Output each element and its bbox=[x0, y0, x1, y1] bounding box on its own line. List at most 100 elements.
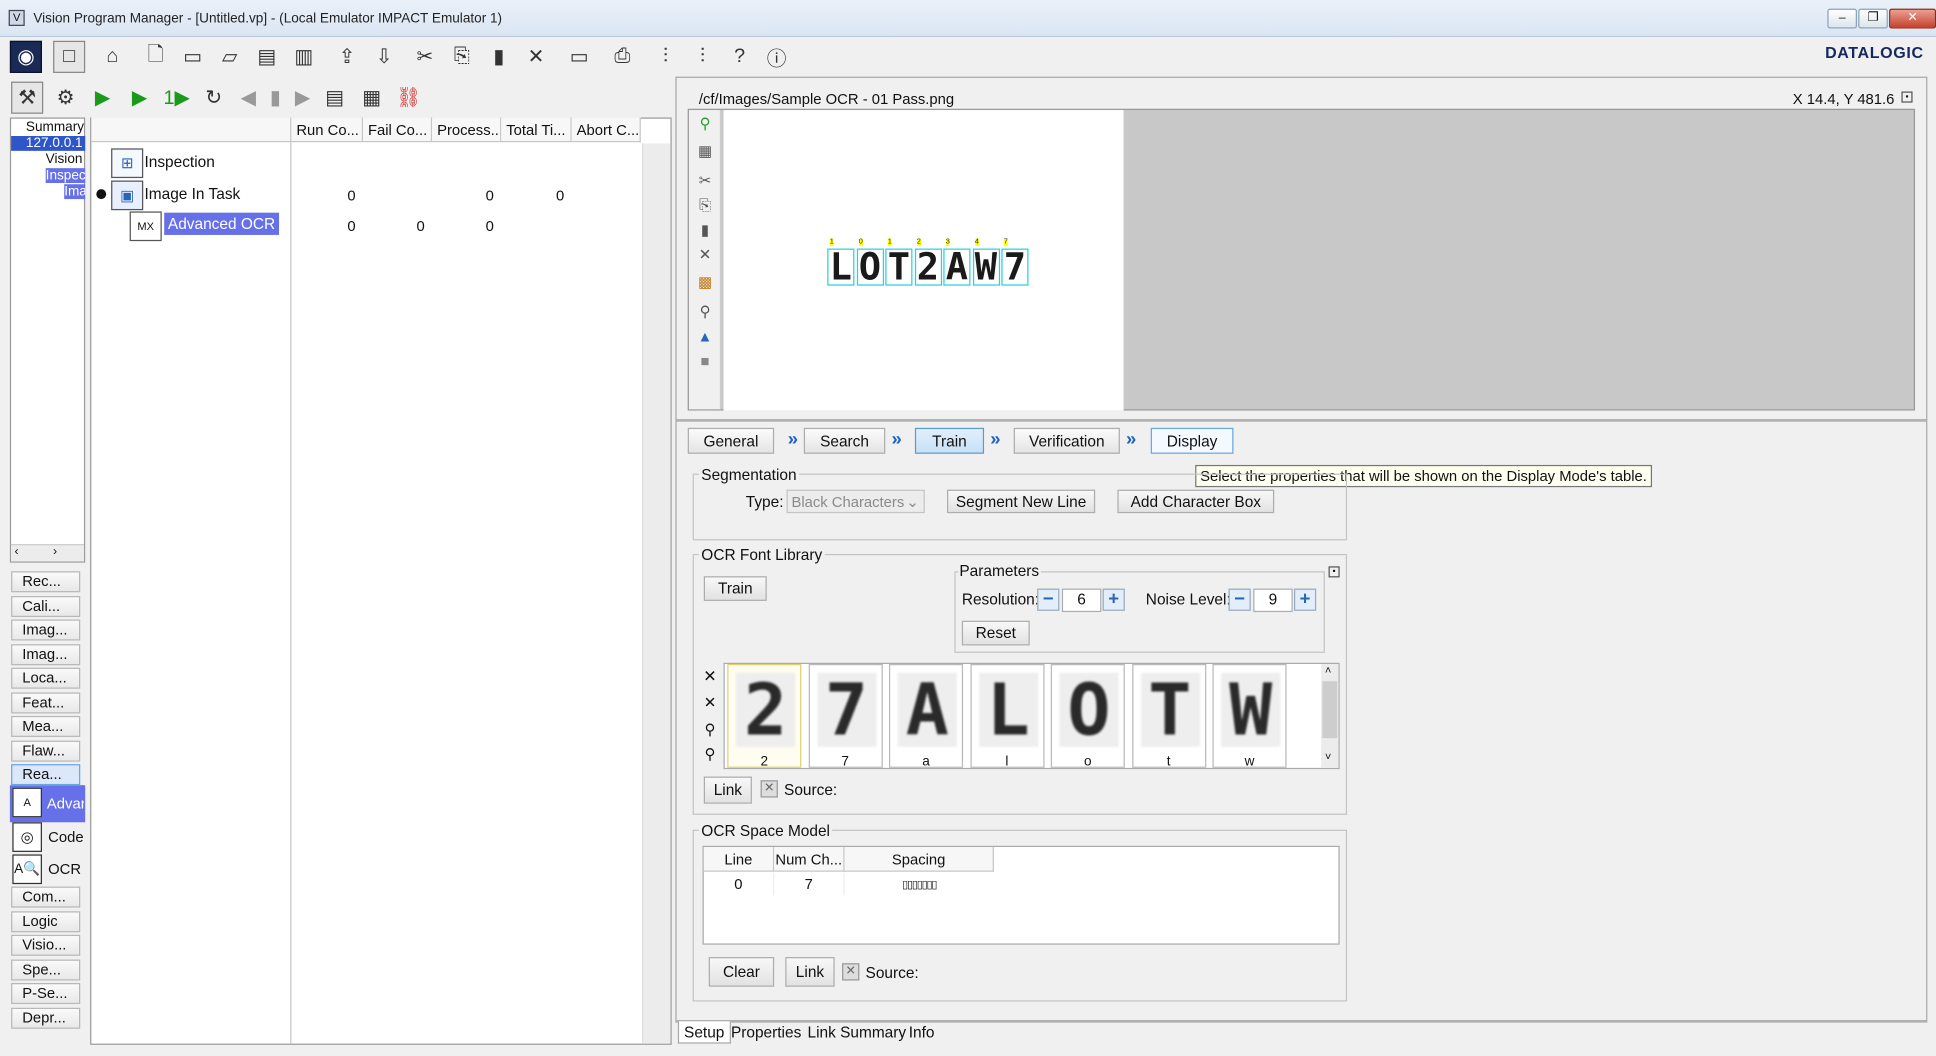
category-button[interactable]: Logic bbox=[11, 910, 81, 932]
tree-device[interactable]: 127.0.0.1 bbox=[11, 136, 86, 151]
category-button[interactable]: Com... bbox=[11, 886, 81, 908]
tree-inspection[interactable]: Inspec bbox=[45, 168, 86, 184]
resolution-increment-button[interactable]: + bbox=[1102, 588, 1125, 611]
image-tool-icon[interactable]: ▩ bbox=[696, 273, 713, 290]
delete-all-glyphs-icon[interactable]: ✕ bbox=[701, 694, 718, 711]
font-glyph[interactable]: Ww bbox=[1212, 664, 1287, 769]
expand-icon[interactable] bbox=[96, 189, 107, 200]
loop-icon[interactable]: ↻ bbox=[198, 82, 230, 114]
ocr-character-box[interactable]: O bbox=[856, 248, 884, 286]
run-icon[interactable]: ▶ bbox=[86, 82, 118, 114]
category-button[interactable]: Loca... bbox=[11, 667, 81, 689]
link-icon[interactable]: ⛓ bbox=[393, 82, 425, 114]
space-link-button[interactable]: Link bbox=[785, 957, 835, 987]
zoom-in-icon[interactable]: ⚲ bbox=[701, 721, 718, 738]
table-cell[interactable]: 0 bbox=[432, 218, 494, 235]
io-alt-icon[interactable]: ⫶ bbox=[686, 41, 718, 73]
font-link-button[interactable]: Link bbox=[703, 776, 752, 804]
cut-icon[interactable]: ✂ bbox=[409, 41, 441, 73]
chevron-up-icon[interactable]: ˄ bbox=[1325, 664, 1332, 676]
new-file-icon[interactable]: 🗋 bbox=[140, 41, 172, 73]
chevron-down-icon[interactable]: ˅ bbox=[1325, 751, 1332, 763]
column-header[interactable]: Abort C... bbox=[571, 117, 641, 143]
stop-icon[interactable]: □ bbox=[53, 40, 86, 73]
tool-ocr[interactable]: A🔍 OCR bbox=[10, 853, 85, 885]
save-as-icon[interactable]: ▥ bbox=[288, 41, 320, 73]
ocr-character-box[interactable]: W bbox=[972, 248, 1000, 286]
tab-display[interactable]: Display bbox=[1150, 427, 1234, 454]
monitor-icon[interactable]: ▭ bbox=[563, 41, 595, 73]
noise-decrement-button[interactable]: − bbox=[1228, 588, 1251, 611]
run-once-icon[interactable]: 1▶ bbox=[161, 82, 193, 114]
open-folder-icon[interactable]: ▱ bbox=[214, 41, 246, 73]
ocr-character-box[interactable]: T bbox=[885, 248, 913, 286]
add-character-box-button[interactable]: Add Character Box bbox=[1117, 489, 1275, 514]
table-cell[interactable]: 0 bbox=[291, 187, 355, 204]
column-header-spacing[interactable]: Spacing bbox=[844, 847, 994, 872]
category-button[interactable]: Visio... bbox=[11, 934, 81, 956]
table-cell[interactable]: 0 bbox=[432, 187, 494, 204]
noise-increment-button[interactable]: + bbox=[1293, 588, 1317, 611]
print-icon[interactable]: ⎙ bbox=[606, 41, 638, 73]
category-button[interactable]: Flaw... bbox=[11, 740, 81, 762]
column-header-line[interactable]: Line bbox=[703, 847, 775, 872]
tab-verification[interactable]: Verification bbox=[1013, 427, 1120, 454]
clear-source-icon[interactable]: ✕ bbox=[842, 963, 860, 981]
clear-button[interactable]: Clear bbox=[708, 957, 775, 987]
table-row-name[interactable]: Inspection bbox=[144, 153, 214, 170]
tab-general[interactable]: General bbox=[687, 427, 775, 454]
close-button[interactable]: ✕ bbox=[1889, 8, 1936, 29]
design-mode-icon[interactable]: ⚒ bbox=[11, 81, 44, 114]
table-cell[interactable]: 0 bbox=[363, 218, 424, 235]
font-glyph[interactable]: 77 bbox=[808, 664, 883, 769]
tool-code[interactable]: ◎ Code bbox=[10, 821, 85, 853]
info-icon[interactable]: ⓘ bbox=[761, 41, 793, 73]
zoom-out-icon[interactable]: ⚲ bbox=[701, 746, 718, 763]
resolution-decrement-button[interactable]: − bbox=[1037, 588, 1060, 611]
histogram-icon[interactable]: ▲ bbox=[696, 328, 713, 345]
paste-icon[interactable]: ▮ bbox=[483, 41, 515, 73]
delete-icon[interactable]: ✕ bbox=[520, 41, 552, 73]
restore-button[interactable]: ❐ bbox=[1858, 8, 1888, 29]
tab-search[interactable]: Search bbox=[803, 427, 886, 454]
table-scrollbar[interactable] bbox=[642, 143, 671, 1044]
gallery-scrollbar[interactable]: ˄ ˅ bbox=[1321, 664, 1339, 768]
upload-icon[interactable]: ⇪ bbox=[331, 41, 363, 73]
space-numchars-cell[interactable]: 7 bbox=[774, 872, 845, 896]
category-button[interactable]: Mea... bbox=[11, 715, 81, 737]
table-cell[interactable]: 0 bbox=[501, 187, 564, 204]
next-icon[interactable]: ▶ bbox=[286, 82, 318, 114]
category-button[interactable]: Spe... bbox=[11, 958, 81, 980]
maximize-view-icon[interactable]: ▪ bbox=[1901, 91, 1913, 103]
table-row-name[interactable]: Image In Task bbox=[144, 185, 240, 202]
segment-new-line-button[interactable]: Segment New Line bbox=[947, 489, 1096, 514]
type-select[interactable]: Black Characters ⌄ bbox=[786, 489, 925, 514]
io-icon[interactable]: ⫶ bbox=[649, 41, 681, 73]
font-glyph[interactable]: Ll bbox=[969, 664, 1044, 769]
cut-tool-icon[interactable]: ✂ bbox=[696, 172, 713, 189]
category-button[interactable]: Feat... bbox=[11, 691, 81, 713]
tab-train[interactable]: Train bbox=[914, 427, 985, 454]
category-button[interactable]: Cali... bbox=[11, 595, 81, 617]
vision-mode-icon[interactable]: ◉ bbox=[9, 40, 42, 73]
space-spacing-cell[interactable]: ▯▯▯▯▯▯▯ bbox=[845, 873, 994, 895]
tool-advanced-ocr[interactable]: A Advar bbox=[9, 785, 86, 823]
category-button[interactable]: P-Se... bbox=[11, 983, 81, 1005]
copy-icon[interactable]: ⎘ bbox=[446, 41, 478, 73]
ocr-character-box[interactable]: L bbox=[827, 248, 855, 286]
reset-button[interactable]: Reset bbox=[961, 620, 1030, 646]
font-glyph[interactable]: Oo bbox=[1050, 664, 1125, 769]
table-cell[interactable]: 0 bbox=[291, 218, 355, 235]
copy-tool-icon[interactable]: ⎘ bbox=[696, 197, 713, 214]
download-icon[interactable]: ⇩ bbox=[368, 41, 400, 73]
column-header-num-chars[interactable]: Num Ch... bbox=[774, 847, 845, 872]
ocr-character-box[interactable]: 2 bbox=[914, 248, 942, 286]
tree-image[interactable]: Ima bbox=[64, 184, 86, 200]
open-icon[interactable]: ▭ bbox=[177, 41, 209, 73]
ocr-character-box[interactable]: 7 bbox=[1001, 248, 1029, 286]
font-glyph[interactable]: Aa bbox=[888, 664, 964, 769]
minimize-button[interactable]: – bbox=[1827, 8, 1857, 29]
column-header[interactable]: Process... bbox=[432, 117, 502, 143]
tab-info[interactable]: Info bbox=[904, 1021, 940, 1043]
paste-tool-icon[interactable]: ▮ bbox=[696, 221, 713, 238]
